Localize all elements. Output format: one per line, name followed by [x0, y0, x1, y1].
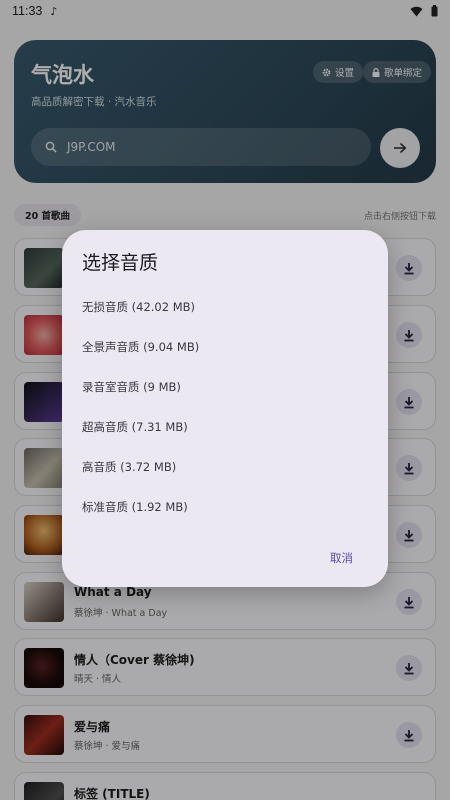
quality-option-ultra-high[interactable]: 超高音质 (7.31 MB): [82, 419, 188, 435]
quality-option-standard[interactable]: 标准音质 (1.92 MB): [82, 499, 188, 515]
quality-option-lossless[interactable]: 无损音质 (42.02 MB): [82, 299, 195, 315]
cancel-button[interactable]: 取消: [330, 550, 353, 566]
quality-option-atmos[interactable]: 全景声音质 (9.04 MB): [82, 339, 199, 355]
dialog-title: 选择音质: [82, 252, 159, 274]
quality-dialog: 选择音质 无损音质 (42.02 MB) 全景声音质 (9.04 MB) 录音室…: [62, 230, 388, 587]
quality-option-studio[interactable]: 录音室音质 (9 MB): [82, 379, 181, 395]
quality-option-high[interactable]: 高音质 (3.72 MB): [82, 459, 176, 475]
